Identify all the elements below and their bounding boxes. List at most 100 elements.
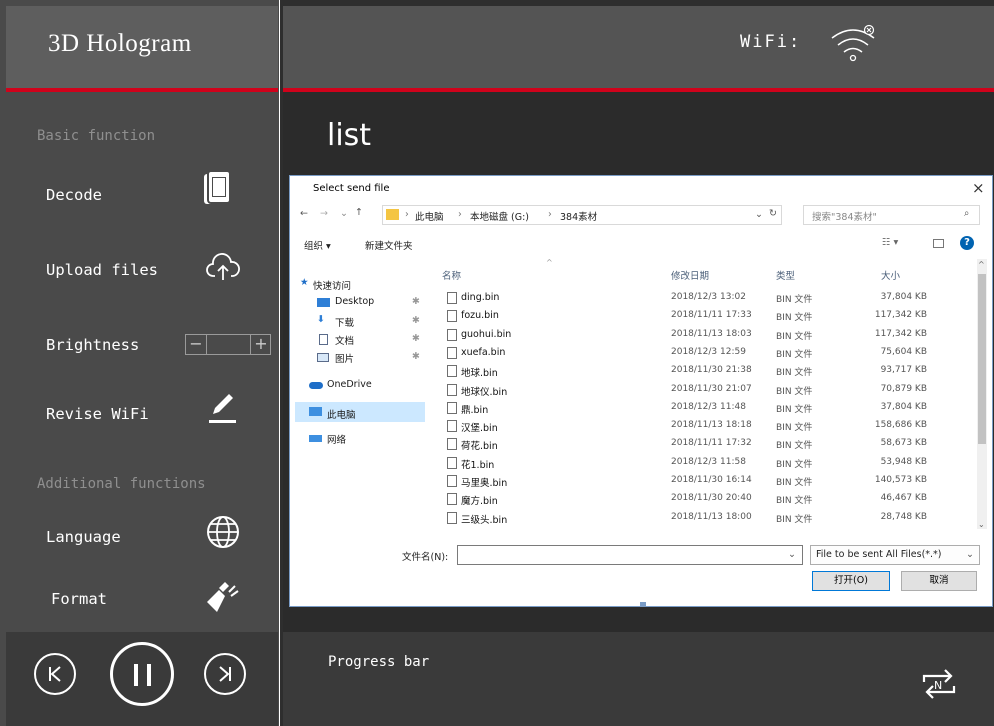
document-icon[interactable] [202,170,234,208]
nav-onedrive[interactable]: OneDrive [327,379,372,390]
table-row[interactable]: 汉堡.bin 2018/11/13 18:18 BIN 文件 158,686 KB [440,418,975,436]
file-date: 2018/11/30 21:38 [671,365,752,376]
breadcrumb-drive[interactable]: 本地磁盘 (G:) [470,209,529,223]
file-icon [447,511,457,524]
scroll-down-icon[interactable]: ⌄ [978,520,985,529]
up-arrow-icon[interactable]: ↑ [355,207,363,218]
pin-icon: ✱ [412,315,420,326]
file-date: 2018/11/11 17:33 [671,310,752,321]
file-type: BIN 文件 [776,349,813,360]
file-name: 地球仪.bin [461,386,508,398]
preview-pane-icon[interactable] [933,239,944,248]
filetype-select[interactable]: File to be sent All Files(*.*) ⌄ [810,545,980,565]
search-box[interactable]: 搜索"384素材" ⌕ [803,205,980,225]
scroll-up-icon[interactable]: ^ [978,260,985,269]
table-row[interactable]: 地球仪.bin 2018/11/30 21:07 BIN 文件 70,879 KB [440,382,975,400]
list-title: list [327,118,372,153]
file-icon [447,493,457,506]
table-row[interactable]: fozu.bin 2018/11/11 17:33 BIN 文件 117,342 KB [440,308,975,326]
brightness-stepper[interactable]: − + [185,334,271,355]
file-icon [447,383,457,396]
pencil-icon[interactable] [205,390,239,426]
file-type: BIN 文件 [776,386,813,397]
file-icon [447,438,457,451]
column-type[interactable]: 类型 [776,268,795,282]
address-bar[interactable]: › 此电脑 › 本地磁盘 (G:) › 384素材 ⌄ ↻ [382,205,782,225]
nav-this-pc[interactable]: 此电脑 [327,407,356,421]
broom-icon[interactable] [205,578,241,614]
repeat-mode-icon[interactable]: N [918,664,960,704]
nav-quick-access[interactable]: 快速访问 [313,278,351,292]
new-folder-button[interactable]: 新建文件夹 [365,238,413,252]
menu-language[interactable]: Language [46,528,121,546]
section-additional-functions: Additional functions [37,476,206,492]
nav-documents[interactable]: 文档 [335,333,354,347]
table-row[interactable]: guohui.bin 2018/11/13 18:03 BIN 文件 117,342 … [440,327,975,345]
cloud-upload-icon[interactable] [205,252,241,284]
file-type: BIN 文件 [776,331,813,342]
column-date[interactable]: 修改日期 [671,268,709,282]
menu-format[interactable]: Format [51,590,107,608]
menu-upload-files[interactable]: Upload files [46,261,158,279]
nav-desktop[interactable]: Desktop [335,296,374,307]
star-icon: ★ [300,277,309,288]
resize-grip[interactable] [640,602,646,606]
help-icon[interactable]: ? [960,236,974,250]
organize-menu[interactable]: 组织 ▾ [304,238,331,252]
filename-input[interactable]: ⌄ [457,545,803,565]
file-icon [447,365,457,378]
pin-icon: ✱ [412,333,420,344]
nav-network[interactable]: 网络 [327,432,346,446]
table-row[interactable]: 鼎.bin 2018/12/3 11:48 BIN 文件 37,804 KB [440,400,975,418]
cancel-button[interactable]: 取消 [901,571,977,591]
previous-button[interactable] [34,653,76,695]
file-name: xuefa.bin [461,346,506,358]
recent-dropdown-icon[interactable]: ⌄ [340,208,348,219]
file-size: 53,948 KB [880,456,927,467]
nav-pictures[interactable]: 图片 [335,351,354,365]
wifi-icon[interactable] [828,20,878,64]
scrollbar-thumb[interactable] [978,274,986,444]
view-options-icon[interactable]: ☷ ▾ [882,237,898,248]
filename-dropdown-icon[interactable]: ⌄ [788,549,796,560]
table-row[interactable]: 花1.bin 2018/12/3 11:58 BIN 文件 53,948 KB [440,455,975,473]
next-button[interactable] [204,653,246,695]
refresh-icon[interactable]: ↻ [769,208,777,219]
skip-next-icon [219,666,231,682]
pause-button[interactable] [110,642,174,706]
cloud-icon [309,382,323,389]
table-row[interactable]: ding.bin 2018/12/3 13:02 BIN 文件 37,804 KB [440,290,975,308]
forward-arrow-icon[interactable]: → [320,208,328,219]
address-dropdown-icon[interactable]: ⌄ [755,209,763,220]
breadcrumb-this-pc[interactable]: 此电脑 [415,209,444,223]
dialog-close-button[interactable]: × [972,179,985,197]
nav-downloads[interactable]: 下载 [335,315,354,329]
table-row[interactable]: 三级头.bin 2018/11/13 18:00 BIN 文件 28,748 KB [440,510,975,528]
sort-ascending-icon: ^ [546,258,553,267]
table-row[interactable]: 地球.bin 2018/11/30 21:38 BIN 文件 93,717 KB [440,363,975,381]
menu-decode[interactable]: Decode [46,186,102,204]
breadcrumb-folder[interactable]: 384素材 [560,209,597,223]
brightness-plus-button[interactable]: + [250,335,271,354]
column-size[interactable]: 大小 [881,268,900,282]
menu-brightness[interactable]: Brightness [46,336,139,354]
file-name: 马里奥.bin [461,478,508,489]
table-row[interactable]: xuefa.bin 2018/12/3 12:59 BIN 文件 75,604 KB [440,345,975,363]
breadcrumb-chevron-icon: › [548,209,552,220]
file-size: 37,804 KB [880,292,927,302]
file-size: 70,879 KB [880,383,927,394]
table-row[interactable]: 马里奥.bin 2018/11/30 16:14 BIN 文件 140,573 KB [440,473,975,491]
file-type: BIN 文件 [776,459,813,470]
open-button[interactable]: 打开(O) [812,571,890,591]
file-type: BIN 文件 [776,404,813,415]
brightness-minus-button[interactable]: − [186,335,207,354]
back-arrow-icon[interactable]: ← [300,208,308,219]
file-date: 2018/11/30 16:14 [671,475,752,485]
globe-icon[interactable] [205,514,241,550]
table-row[interactable]: 荷花.bin 2018/11/11 17:32 BIN 文件 58,673 KB [440,436,975,454]
menu-revise-wifi[interactable]: Revise WiFi [46,405,149,423]
header-divider [6,88,278,92]
column-name[interactable]: 名称 [442,268,461,282]
file-type: BIN 文件 [776,441,813,452]
table-row[interactable]: 魔方.bin 2018/11/30 20:40 BIN 文件 46,467 KB [440,491,975,509]
